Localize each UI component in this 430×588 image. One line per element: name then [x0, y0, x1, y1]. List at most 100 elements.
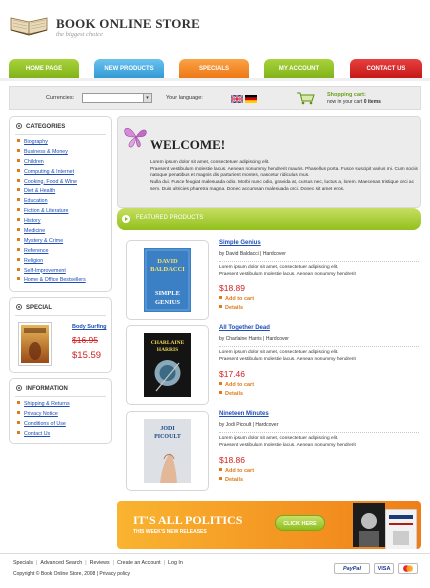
cart-title[interactable]: Shopping cart: [327, 92, 366, 98]
product-image-box[interactable]: JODI PICOULT [126, 411, 209, 491]
info-link-item[interactable]: Shipping & Returns [17, 401, 70, 411]
body-surfing-cover-image [21, 325, 49, 363]
separator: | [112, 560, 115, 566]
category-item[interactable]: Computing & Internet [17, 168, 86, 179]
click-here-button[interactable]: CLICK HERE [275, 515, 325, 531]
info-link-label: Privacy Notice [24, 410, 58, 417]
information-box: INFORMATION Shipping & Returns Privacy No… [9, 378, 112, 444]
details-link[interactable]: Details [219, 477, 243, 483]
category-label: Home & Office Bestsellers [24, 277, 86, 284]
bullet-icon [17, 277, 20, 281]
footer-link[interactable]: Log In [168, 560, 183, 566]
german-flag-icon[interactable] [245, 95, 257, 103]
welcome-title: WELCOME! [150, 137, 226, 152]
details-link[interactable]: Details [219, 391, 243, 397]
bullet-icon [219, 468, 222, 471]
category-label: Cooking, Food & Wine [24, 178, 77, 185]
category-item[interactable]: Fiction & Literature [17, 208, 86, 218]
store-title[interactable]: BOOK ONLINE STORE [56, 16, 200, 32]
open-book-logo-icon[interactable] [9, 14, 49, 36]
product-desc-line: Lorem ipsum dolor sit amet, consectetuer… [219, 265, 339, 270]
footer-copyright: Copyright © Book Online Store, 2008 | Pr… [13, 571, 130, 577]
product-title[interactable]: Nineteen Minutes [219, 411, 269, 417]
product-author: by Charlaine Harris | Hardcover [219, 336, 289, 342]
info-link-item[interactable]: Privacy Notice [17, 410, 70, 421]
bullet-icon [17, 267, 20, 271]
nav-my-account[interactable]: MY ACCOUNT [264, 59, 334, 79]
add-to-cart-link[interactable]: Add to cart [219, 296, 254, 302]
footer-link[interactable]: Create an Account [117, 560, 161, 566]
footer-link[interactable]: Advanced Search [40, 560, 82, 566]
special-book-cover[interactable] [18, 322, 52, 366]
category-item[interactable]: Self-Improvement [17, 267, 86, 278]
bullet-icon [219, 296, 222, 299]
category-item[interactable]: History [17, 218, 86, 228]
info-link-item[interactable]: Conditions of Use [17, 420, 70, 431]
category-item[interactable]: Cooking, Food & Wine [17, 178, 86, 189]
product-author: by Jodi Picoult | Hardcover [219, 422, 279, 428]
english-flag-icon[interactable] [231, 95, 243, 103]
category-item[interactable]: Biography [17, 139, 86, 149]
category-item[interactable]: Education [17, 198, 86, 208]
product-price: $18.89 [219, 283, 245, 293]
special-product-title[interactable]: Body Surfing [72, 324, 107, 330]
nav-specials[interactable]: SPECIALS [179, 59, 249, 79]
add-to-cart-link[interactable]: Add to cart [219, 382, 254, 388]
categories-heading: CATEGORIES [16, 123, 65, 130]
category-item[interactable]: Home & Office Bestsellers [17, 277, 86, 287]
promo-banner[interactable]: IT'S ALL POLITICS THIS WEEK'S NEW RELEAS… [117, 501, 421, 549]
bullet-icon [17, 430, 20, 434]
product-description: Lorem ipsum dolor sit amet, consectetuer… [219, 264, 419, 278]
bullet-icon [17, 420, 20, 424]
information-list: Shipping & Returns Privacy Notice Conditio… [17, 401, 70, 441]
nav-divider [0, 78, 430, 81]
product-image-box[interactable]: CHARLAINE HARRIS [126, 325, 209, 405]
divider [219, 346, 419, 347]
category-item[interactable]: Reference [17, 247, 86, 258]
chevron-down-icon[interactable]: ▾ [143, 94, 151, 102]
product-desc-line: Lorem ipsum dolor sit amet, consectetuer… [219, 350, 339, 355]
settings-bar: Currencies: ▾ Your language: Shopping ca… [9, 86, 421, 110]
footer-link[interactable]: Reviews [90, 560, 110, 566]
separator: | [36, 560, 38, 566]
bullet-icon [17, 188, 20, 192]
separator: | [163, 560, 166, 566]
shopping-cart-icon[interactable] [296, 91, 316, 105]
category-item[interactable]: Religion [17, 257, 86, 268]
butterfly-icon [124, 127, 147, 148]
bullet-icon [17, 148, 20, 152]
nav-home-page[interactable]: HOME PAGE [9, 59, 79, 79]
bullet-circle-icon [16, 123, 22, 129]
paypal-logo: PayPal [334, 563, 370, 574]
footer-link[interactable]: Specials [13, 560, 33, 566]
product-description: Lorem ipsum dolor sit amet, consectetuer… [219, 349, 419, 363]
category-label: Children [24, 158, 44, 165]
svg-text:BALDACCI: BALDACCI [150, 266, 185, 273]
nav-new-products[interactable]: NEW PRODUCTS [94, 59, 164, 79]
play-arrow-icon [122, 215, 130, 223]
nav-contact-us[interactable]: CONTACT US [350, 59, 422, 79]
featured-label: FEATURED PRODUCTS [136, 215, 204, 221]
category-item[interactable]: Mystery & Crime [17, 237, 86, 248]
product-title[interactable]: All Together Dead [219, 325, 270, 331]
currency-select[interactable]: ▾ [82, 93, 152, 103]
product-title[interactable]: Simple Genius [219, 240, 261, 246]
product-desc-line: Praesent vestibulum molestie lacus. Aene… [219, 443, 356, 448]
category-item[interactable]: Children [17, 158, 86, 169]
category-item[interactable]: Diet & Health [17, 188, 86, 198]
add-to-cart-link[interactable]: Add to cart [219, 468, 254, 474]
banner-title: IT'S ALL POLITICS [133, 513, 243, 527]
details-link[interactable]: Details [219, 305, 243, 311]
info-link-item[interactable]: Contact Us [17, 430, 70, 441]
category-label: History [24, 218, 41, 225]
cart-prefix: now in your cart [327, 99, 363, 105]
welcome-para-3: Nulla dui. Fusce feugiat malesuada odio.… [150, 180, 414, 192]
category-label: Reference [24, 247, 49, 254]
category-list: Biography Business & Money Children Computi… [17, 139, 86, 287]
category-item[interactable]: Business & Money [17, 148, 86, 159]
bullet-icon [17, 257, 20, 261]
product-description: Lorem ipsum dolor sit amet, consectetuer… [219, 435, 419, 449]
category-item[interactable]: Medicine [17, 228, 86, 238]
product-image-box[interactable]: DAVID BALDACCI SIMPLE GENIUS [126, 240, 209, 320]
svg-text:DAVID: DAVID [157, 258, 178, 265]
